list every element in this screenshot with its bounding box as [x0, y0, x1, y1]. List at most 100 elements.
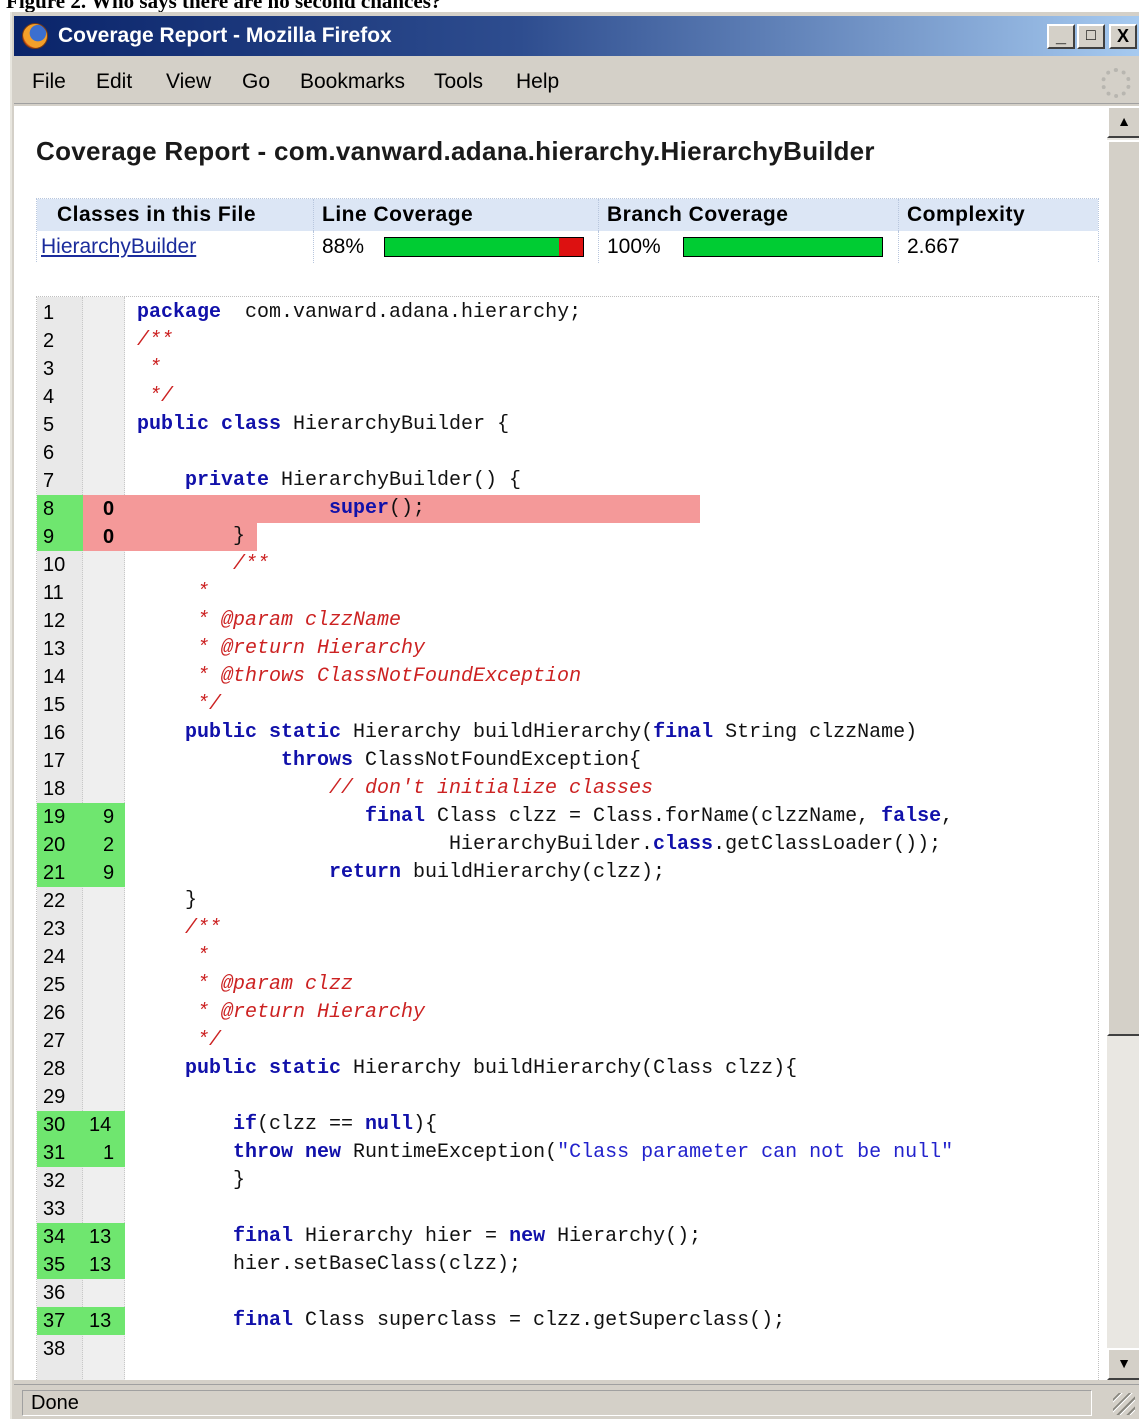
branch-coverage-text: 100% [607, 235, 661, 258]
menu-bookmarks[interactable]: Bookmarks [300, 70, 405, 94]
hit-count [83, 999, 125, 1027]
code-keyword: null [365, 1113, 414, 1136]
line-number: 22 [43, 890, 66, 912]
menu-go[interactable]: Go [242, 70, 270, 94]
hit-count: 13 [83, 1307, 125, 1335]
hit-count [83, 1335, 125, 1363]
code-comment: // don't initialize classes [329, 777, 654, 800]
code-token: ){ [413, 1113, 438, 1136]
code-token: RuntimeException( [341, 1141, 558, 1164]
hit-count [83, 467, 125, 495]
header-classes: Classes in this File [37, 199, 314, 231]
code-text: final Class clzz = Class.forName(clzzNam… [365, 803, 953, 831]
hit-count [83, 691, 125, 719]
scrollbar-thumb[interactable] [1107, 140, 1139, 1036]
source-line: 38 [37, 1335, 1098, 1363]
source-line: 11 * [37, 579, 1098, 607]
source-line: 19 9 final Class clzz = Class.forName(clzz… [37, 803, 1098, 831]
line-number: 8 [37, 495, 83, 523]
menu-help[interactable]: Help [516, 70, 559, 94]
hit-count [83, 299, 125, 327]
hit-count [83, 607, 125, 635]
scroll-down-icon[interactable]: ▼ [1107, 1348, 1139, 1380]
hit-count [83, 719, 125, 747]
maximize-button[interactable]: □ [1077, 24, 1105, 49]
code-text: * @param clzz [185, 971, 353, 999]
code-text: * @return Hierarchy [185, 999, 425, 1027]
hit-count: 13 [83, 1223, 125, 1251]
source-line: 3 * [37, 355, 1098, 383]
line-number: 12 [43, 610, 66, 632]
hit-count: 9 [83, 803, 125, 831]
code-comment: * @return Hierarchy [185, 637, 426, 660]
hit-count [83, 411, 125, 439]
menu-file[interactable]: File [32, 70, 66, 94]
code-token: Hierarchy buildHierarchy( [341, 721, 654, 744]
source-line: 8 0 super(); [37, 495, 1098, 523]
menu-view[interactable]: View [166, 70, 211, 94]
source-line: 5 public class HierarchyBuilder { [37, 411, 1098, 439]
code-text: /** [185, 915, 221, 943]
code-token: (); [389, 497, 426, 520]
source-line: 4 */ [37, 383, 1098, 411]
hit-count [83, 1055, 125, 1083]
line-number: 21 [37, 859, 83, 887]
code-text: * [185, 579, 209, 607]
code-token: .getClassLoader()); [713, 833, 942, 856]
complexity-cell: 2.667 [907, 235, 960, 258]
resize-grip-icon[interactable] [1113, 1393, 1135, 1415]
code-keyword: new [509, 1225, 546, 1248]
hit-count [83, 971, 125, 999]
source-line: 37 13 final Class superclass = clzz.getSup… [37, 1307, 1098, 1335]
source-line: 36 [37, 1279, 1098, 1307]
close-button[interactable]: X [1109, 24, 1137, 49]
line-coverage-uncovered [559, 238, 583, 256]
menu-tools[interactable]: Tools [434, 70, 483, 94]
code-keyword: public static [185, 1057, 342, 1080]
code-text: HierarchyBuilder.class.getClassLoader())… [449, 831, 941, 859]
code-keyword: private [185, 469, 270, 492]
line-number: 9 [37, 523, 83, 551]
line-number: 26 [43, 1002, 66, 1024]
line-number: 10 [43, 554, 66, 576]
hit-count [83, 1195, 125, 1223]
hit-count: 9 [83, 859, 125, 887]
code-text: super(); [329, 495, 425, 523]
hit-count [83, 887, 125, 915]
line-number: 33 [43, 1198, 66, 1220]
hit-count [83, 439, 125, 467]
scroll-up-icon[interactable]: ▲ [1107, 106, 1139, 138]
class-link[interactable]: HierarchyBuilder [41, 235, 196, 258]
class-cell: HierarchyBuilder [37, 231, 314, 263]
hit-count [83, 943, 125, 971]
code-keyword: class [653, 833, 714, 856]
coverage-table-row: HierarchyBuilder 88% 100% 2.667 [37, 231, 1098, 263]
title-bar[interactable]: Coverage Report - Mozilla Firefox _ □ X [14, 16, 1139, 56]
line-number: 16 [43, 722, 66, 744]
source-line: 16 public static Hierarchy buildHierarchy… [37, 719, 1098, 747]
line-number: 3 [43, 358, 55, 380]
source-line: 10 /** [37, 551, 1098, 579]
code-token: buildHierarchy(clzz); [401, 861, 666, 884]
code-keyword: throw new [233, 1141, 342, 1164]
code-token: Class clzz = Class.forName(clzzName, [425, 805, 882, 828]
code-keyword: super [329, 497, 390, 520]
code-keyword: final [365, 805, 426, 828]
hit-count: 0 [83, 523, 125, 551]
line-coverage-text: 88% [322, 235, 365, 258]
line-number: 19 [37, 803, 83, 831]
hit-count: 13 [83, 1251, 125, 1279]
code-token: } [233, 1169, 246, 1192]
code-text: return buildHierarchy(clzz); [329, 859, 665, 887]
code-text: final Class superclass = clzz.getSupercl… [233, 1307, 785, 1335]
line-number: 31 [37, 1139, 83, 1167]
source-line: 27 */ [37, 1027, 1098, 1055]
line-number: 18 [43, 778, 66, 800]
minimize-button[interactable]: _ [1047, 24, 1075, 49]
source-line: 28 public static Hierarchy buildHierarchy… [37, 1055, 1098, 1083]
source-line: 22} [37, 887, 1098, 915]
menu-edit[interactable]: Edit [96, 70, 132, 94]
code-comment: /** [233, 553, 270, 576]
vertical-scrollbar[interactable]: ▲ ▼ [1107, 106, 1139, 1380]
line-number: 34 [37, 1223, 83, 1251]
